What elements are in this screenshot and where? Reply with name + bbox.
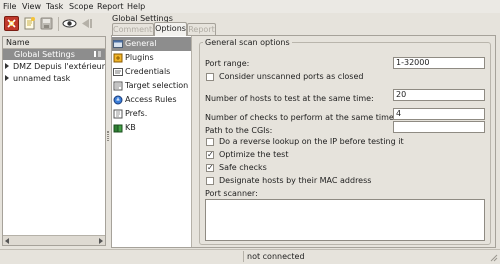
port-scanner-label: Port scanner: [205,189,258,198]
horizontal-scrollbar[interactable] [3,235,105,245]
save-icon[interactable] [39,16,54,31]
optimize-checkbox[interactable] [206,150,214,159]
menu-file[interactable]: File [3,2,16,11]
kb-icon [113,123,123,133]
reverse-lookup-label: Do a reverse lookup on the IP before tes… [219,137,404,146]
tree-column-header[interactable]: Name [3,37,105,49]
tree-item-label: unnamed task [13,74,71,83]
menu-help[interactable]: Help [127,2,145,11]
hosts-input[interactable]: 20 [393,89,485,101]
category-label: Plugins [125,53,154,62]
designate-mac-checkbox[interactable] [206,177,214,185]
designate-mac-label: Designate hosts by their MAC address [219,176,372,185]
menu-scope[interactable]: Scope [69,2,93,11]
plugins-icon [113,53,123,63]
toolbar-separator [58,17,59,31]
scroll-left-icon[interactable] [5,238,9,244]
frame-title: General scan options [203,38,292,47]
safe-checks-checkbox[interactable] [206,163,214,172]
tab-options[interactable]: Options [154,22,187,36]
port-range-label: Port range: [205,59,250,68]
cgi-path-input[interactable] [393,121,485,133]
category-label: General [125,39,157,48]
optimize-label: Optimize the test [219,150,289,159]
tree-header-label: Name [6,38,30,47]
toolbar [0,13,108,35]
category-credentials[interactable]: Credentials [112,65,191,79]
task-tree: Name Global Settings DMZ Depuis l'extéri… [2,36,106,246]
menu-task[interactable]: Task [46,2,63,11]
resize-grip-icon[interactable] [488,252,498,262]
access-rules-icon [113,95,123,105]
scroll-right-icon[interactable] [99,238,103,244]
category-label: Prefs. [125,109,148,118]
target-icon [113,81,123,91]
category-kb[interactable]: KB [112,121,191,135]
checks-label: Number of checks to perform at the same … [205,113,397,122]
port-range-input[interactable]: 1-32000 [393,57,485,69]
category-label: Access Rules [125,95,177,104]
hosts-label: Number of hosts to test at the same time… [205,94,374,103]
connection-status: not connected [247,252,305,261]
new-task-icon[interactable] [4,16,19,31]
scan-icon[interactable] [62,16,77,31]
splitter-grip-icon [107,131,109,141]
prefs-icon [113,109,123,119]
menubar: File View Task Scope Report Help [0,0,500,13]
category-target-selection[interactable]: Target selection [112,79,191,93]
port-scanner-list[interactable] [205,199,485,241]
tree-item-global-settings[interactable]: Global Settings [3,49,105,60]
menu-report[interactable]: Report [97,2,124,11]
consider-unscanned-label: Consider unscanned ports as closed [219,72,364,81]
options-category-list: General Plugins Credentials Target selec… [112,36,192,247]
menu-view[interactable]: View [22,2,41,11]
checks-input[interactable]: 4 [393,108,485,120]
new-scope-icon[interactable] [22,16,37,31]
tree-item-unnamed-task[interactable]: unnamed task [3,73,105,84]
safe-checks-label: Safe checks [219,163,267,172]
status-separator [243,251,244,262]
consider-unscanned-checkbox[interactable] [206,73,214,81]
category-plugins[interactable]: Plugins [112,51,191,65]
category-access-rules[interactable]: Access Rules [112,93,191,107]
tree-item-dmz[interactable]: DMZ Depuis l'extérieur [3,61,105,72]
tree-item-label: Global Settings [14,50,75,59]
category-general[interactable]: General [112,37,191,51]
tree-item-label: DMZ Depuis l'extérieur [13,62,106,71]
reverse-lookup-checkbox[interactable] [206,138,214,146]
category-label: Target selection [125,81,189,90]
category-prefs[interactable]: Prefs. [112,107,191,121]
expander-arrow-icon[interactable] [5,63,9,69]
pane-splitter[interactable] [106,36,110,248]
credentials-icon [113,67,123,77]
category-label: KB [125,123,136,132]
general-icon [113,39,123,49]
stop-icon[interactable] [80,16,95,31]
settings-handle-icon [93,50,102,58]
cgi-path-label: Path to the CGIs: [205,126,273,135]
category-label: Credentials [125,67,171,76]
expander-arrow-icon[interactable] [5,75,9,81]
